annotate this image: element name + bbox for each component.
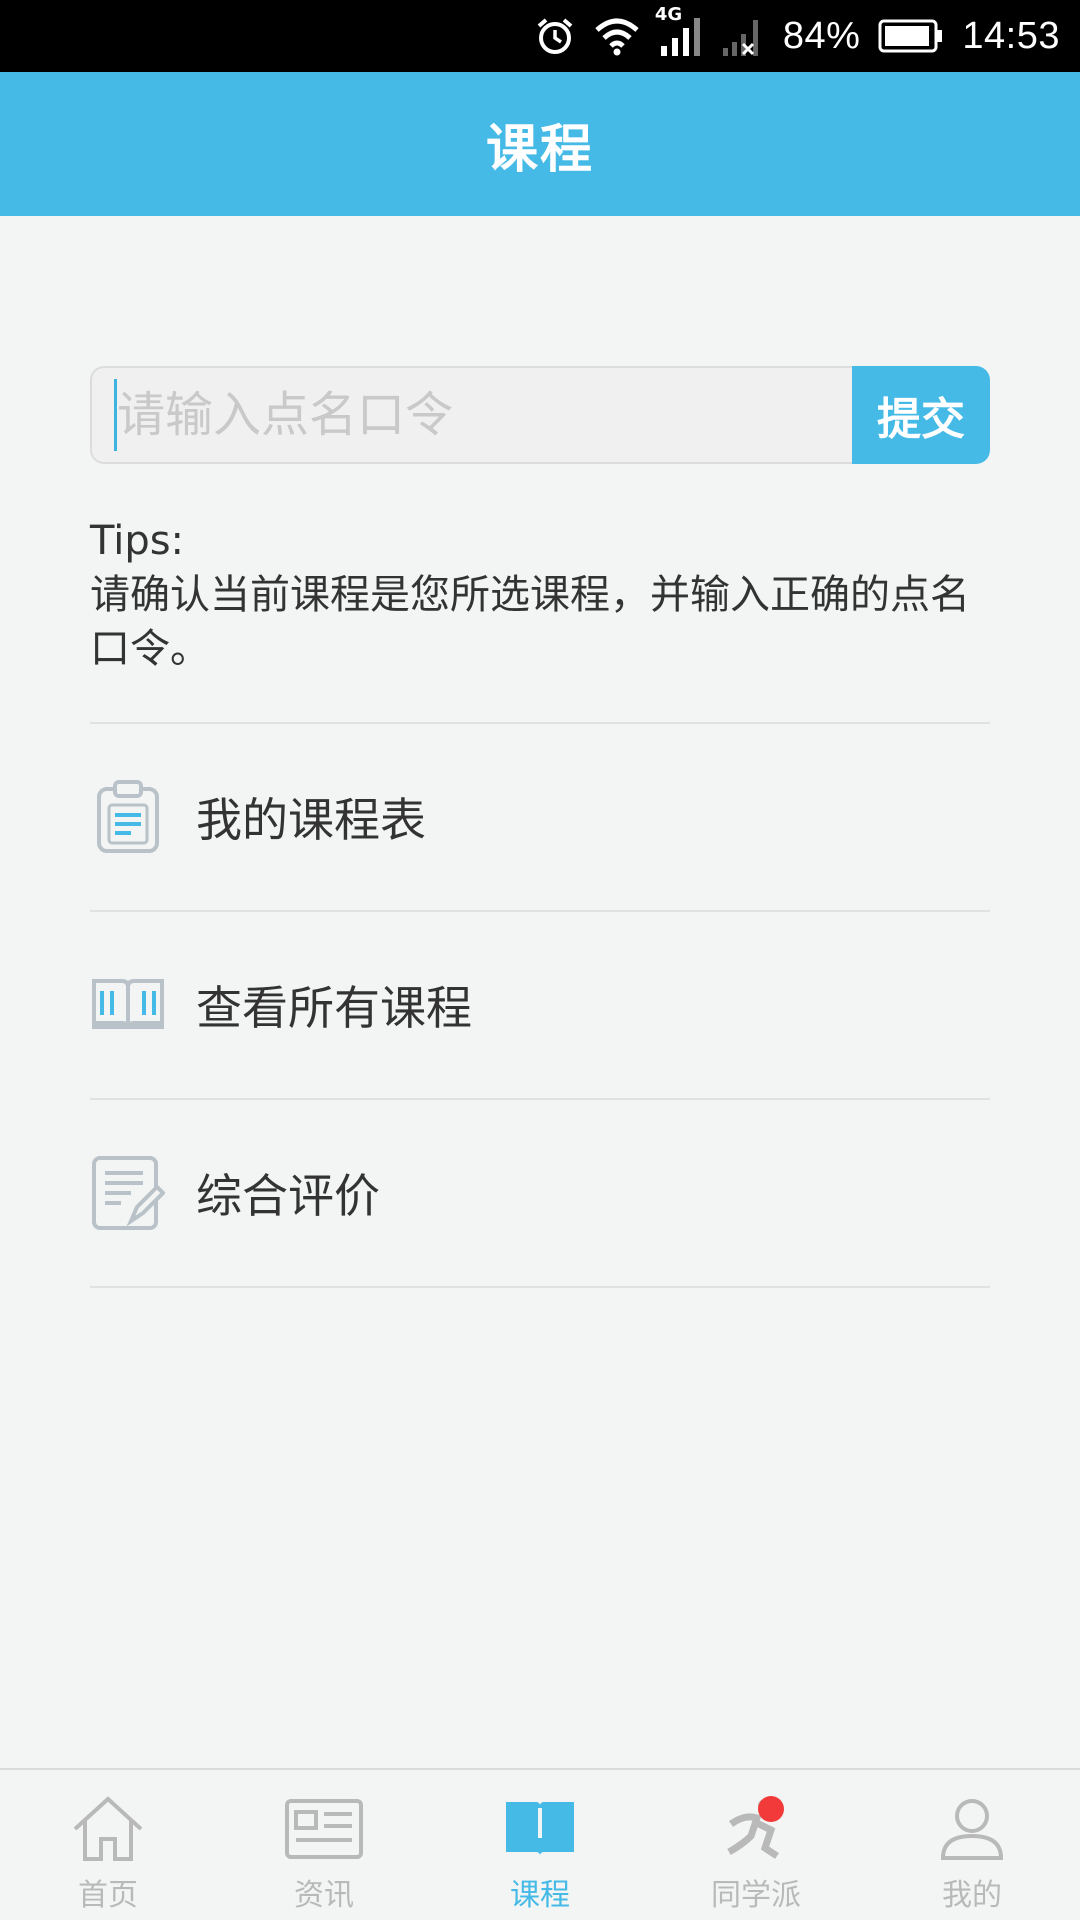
- person-icon: [939, 1792, 1005, 1866]
- nav-tab-profile[interactable]: 我的: [864, 1770, 1080, 1920]
- nav-tab-home[interactable]: 首页: [0, 1770, 216, 1920]
- nav-tab-classmates[interactable]: 同学派: [648, 1770, 864, 1920]
- menu-item-my-schedule[interactable]: 我的课程表: [90, 724, 990, 912]
- cell-signal-icon: 4G: [655, 4, 703, 58]
- screen: 4G 84% 14:53 课程 请输入点名口令 提交 Tips: 请确认当前课程…: [0, 0, 1080, 1920]
- app-header: 课程: [0, 72, 1080, 216]
- nav-tab-news[interactable]: 资讯: [216, 1770, 432, 1920]
- document-edit-icon: [90, 1153, 166, 1233]
- submit-button[interactable]: 提交: [852, 366, 990, 464]
- menu-item-label: 查看所有课程: [196, 981, 472, 1035]
- course-menu: 我的课程表 查看所有课程 综合评价: [90, 722, 990, 1288]
- clipboard-icon: [90, 777, 166, 857]
- status-bar: 4G 84% 14:53: [0, 0, 1080, 72]
- nav-label: 我的: [942, 1878, 1002, 1913]
- tips-section: Tips: 请确认当前课程是您所选课程，并输入正确的点名口令。: [90, 514, 990, 676]
- nav-label: 首页: [78, 1878, 138, 1913]
- roll-call-input-wrapper: [90, 366, 852, 464]
- tips-text: 请确认当前课程是您所选课程，并输入正确的点名口令。: [90, 572, 970, 672]
- tips-heading: Tips:: [90, 518, 185, 564]
- news-icon: [284, 1792, 364, 1866]
- nav-label: 资讯: [294, 1878, 354, 1913]
- open-book-icon: [90, 965, 166, 1045]
- roll-call-form: 提交: [90, 366, 990, 464]
- menu-item-all-courses[interactable]: 查看所有课程: [90, 912, 990, 1100]
- no-signal-icon: [721, 14, 765, 58]
- page-title: 课程: [485, 119, 594, 180]
- nav-label: 课程: [510, 1878, 570, 1913]
- battery-icon: [878, 18, 944, 54]
- clock: 14:53: [962, 14, 1060, 57]
- home-icon: [71, 1792, 145, 1866]
- nav-tab-courses[interactable]: 课程: [432, 1770, 648, 1920]
- notification-badge: [758, 1796, 784, 1822]
- roll-call-input[interactable]: [116, 368, 852, 462]
- nav-label: 同学派: [711, 1878, 801, 1913]
- menu-item-label: 综合评价: [196, 1169, 380, 1223]
- book-icon: [504, 1792, 576, 1866]
- battery-percent: 84%: [782, 14, 861, 57]
- wifi-icon: [593, 16, 641, 56]
- menu-item-label: 我的课程表: [196, 793, 426, 847]
- bottom-nav: 首页 资讯 课程 同学派 我的: [0, 1768, 1080, 1920]
- alarm-icon: [535, 16, 575, 56]
- network-type: 4G: [654, 4, 683, 25]
- menu-item-evaluation[interactable]: 综合评价: [90, 1100, 990, 1288]
